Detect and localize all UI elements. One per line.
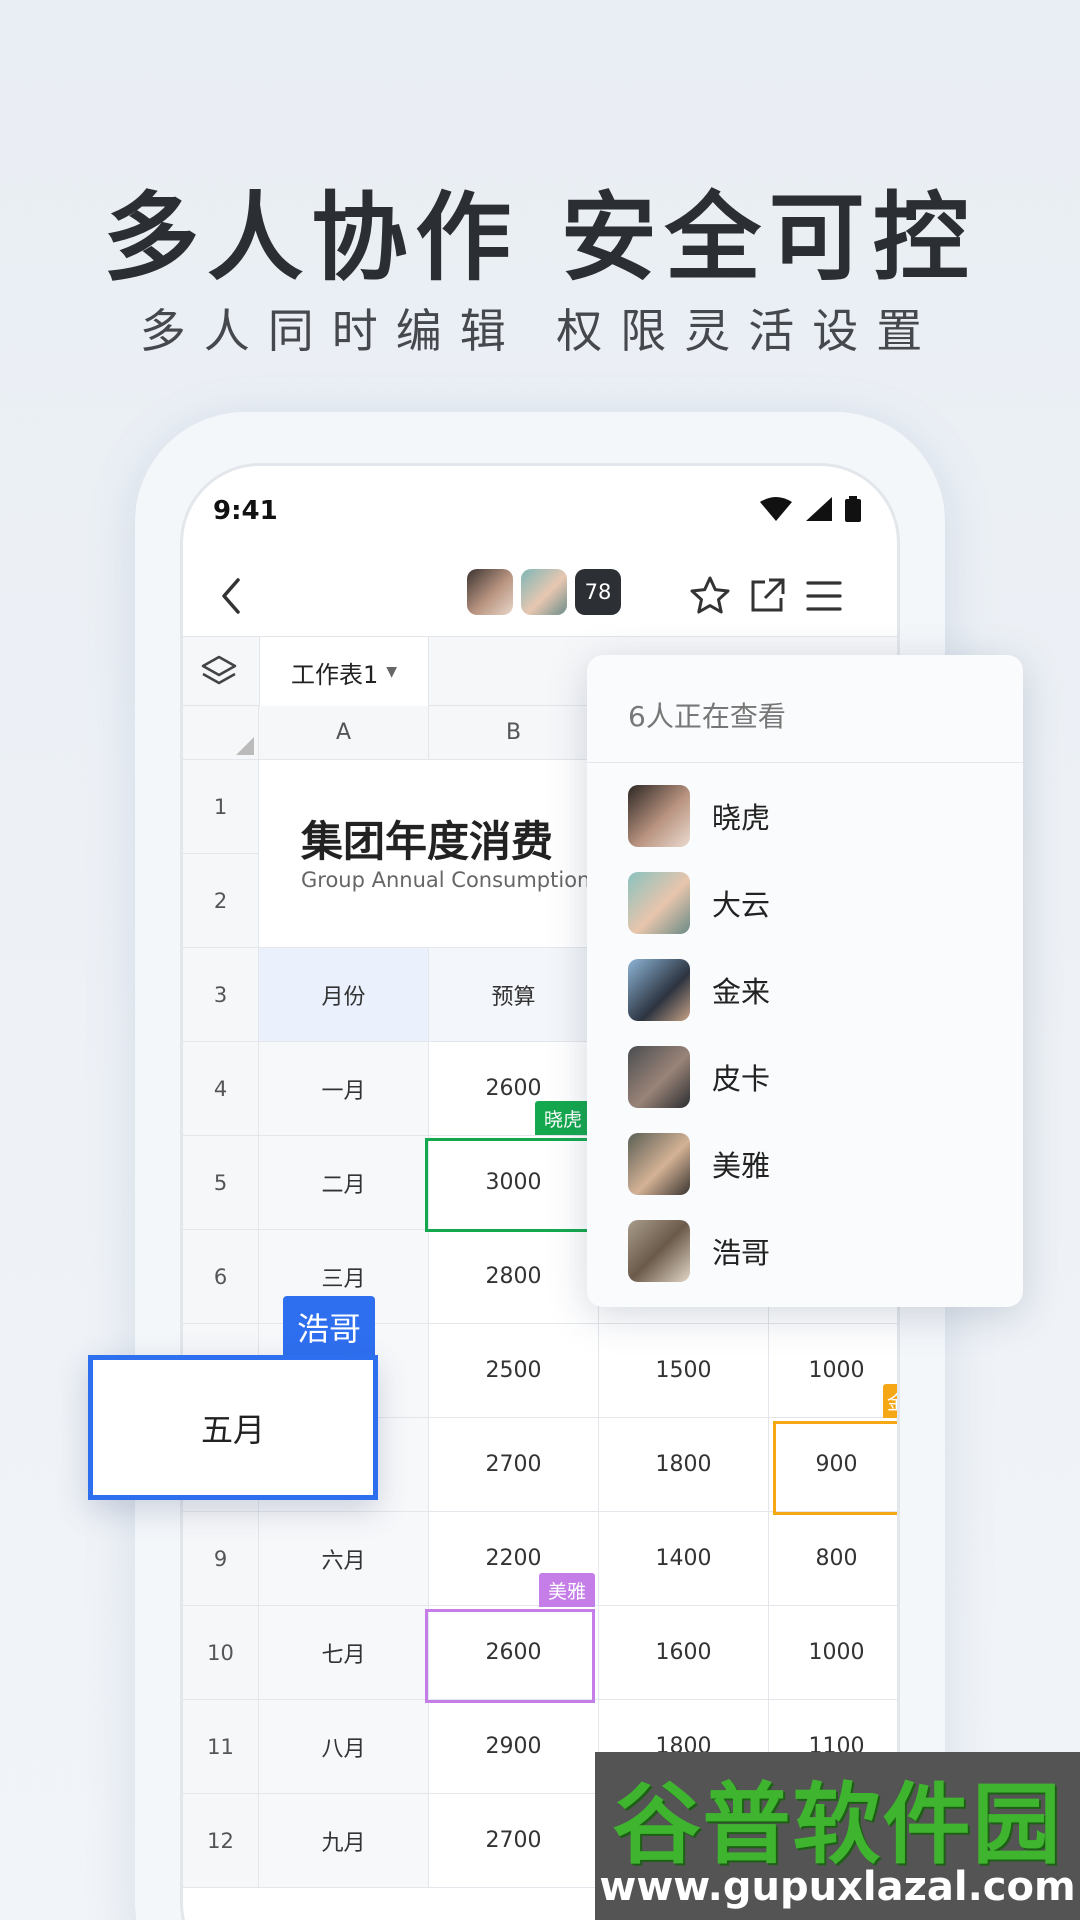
watermark-logo: 谷普软件园 — [612, 1773, 1063, 1876]
viewer-name: 晓虎 — [712, 801, 771, 835]
collaborator-avatar[interactable] — [467, 569, 513, 615]
watermark-url: www.gupuxlazal.com — [599, 1864, 1076, 1910]
menu-icon — [806, 581, 842, 611]
table-cell[interactable]: 1800 — [599, 1418, 769, 1512]
row-header[interactable]: 10 — [183, 1606, 259, 1700]
row-header[interactable]: 6 — [183, 1230, 259, 1324]
viewer-item[interactable]: 浩哥 — [628, 1220, 770, 1282]
layers-icon — [201, 655, 237, 685]
table-cell[interactable]: 九月 — [259, 1794, 429, 1888]
table-cell[interactable]: 2900 — [429, 1700, 599, 1794]
share-button[interactable] — [739, 568, 795, 624]
row-header[interactable]: 1 — [183, 760, 259, 854]
menu-button[interactable] — [796, 568, 852, 624]
collaborator-selection — [425, 1138, 595, 1232]
status-time: 9:41 — [213, 496, 278, 526]
floating-edit-cell[interactable]: 五月 — [88, 1355, 378, 1500]
table-cell[interactable]: 1000 — [769, 1606, 897, 1700]
table-cell[interactable]: 七月 — [259, 1606, 429, 1700]
battery-icon — [845, 496, 861, 522]
avatar — [628, 872, 690, 934]
back-arrow-icon — [222, 578, 240, 614]
table-cell[interactable]: 800 — [769, 1512, 897, 1606]
table-cell[interactable]: 2700 — [429, 1418, 599, 1512]
sheet-title-cn: 集团年度消费 — [301, 817, 554, 866]
collaborator-tag: 美雅 — [539, 1573, 596, 1607]
row-header[interactable]: 11 — [183, 1700, 259, 1794]
share-icon — [751, 578, 785, 612]
viewer-name: 浩哥 — [712, 1236, 771, 1270]
avatar — [628, 1133, 690, 1195]
column-header[interactable]: A — [259, 706, 429, 760]
viewer-item[interactable]: 大云 — [628, 872, 770, 934]
viewer-item[interactable]: 金来 — [628, 959, 770, 1021]
table-cell[interactable]: 1600 — [599, 1606, 769, 1700]
avatar — [628, 1046, 690, 1108]
row-header[interactable]: 12 — [183, 1794, 259, 1888]
avatar — [628, 1220, 690, 1282]
column-header[interactable]: B — [429, 706, 599, 760]
floating-collaborator-tag: 浩哥 — [283, 1296, 376, 1357]
row-header[interactable]: 5 — [183, 1136, 259, 1230]
row-header[interactable]: 4 — [183, 1042, 259, 1136]
table-cell[interactable]: 1000 — [769, 1324, 897, 1418]
sheet-tab[interactable]: 工作表1 ▼ — [259, 637, 429, 707]
table-cell[interactable]: 一月 — [259, 1042, 429, 1136]
viewer-item[interactable]: 皮卡 — [628, 1046, 770, 1108]
table-cell[interactable]: 2500 — [429, 1324, 599, 1418]
divider — [587, 762, 1023, 763]
viewer-name: 大云 — [712, 888, 771, 922]
hero-subline: 多人同时编辑 权限灵活设置 — [139, 304, 941, 358]
viewer-name: 金来 — [712, 975, 771, 1009]
row-header[interactable]: 9 — [183, 1512, 259, 1606]
row-header[interactable]: 3 — [183, 948, 259, 1042]
table-cell[interactable]: 1400 — [599, 1512, 769, 1606]
hero-headline: 多人协作 安全可控 — [103, 182, 977, 294]
collaborator-tag: 金 — [883, 1384, 897, 1418]
viewer-panel-title: 6人正在查看 — [628, 700, 786, 733]
chevron-down-icon: ▼ — [386, 664, 398, 680]
collaborator-selection — [773, 1421, 897, 1515]
table-cell[interactable]: 二月 — [259, 1136, 429, 1230]
collaborator-selection — [425, 1609, 595, 1703]
viewer-item[interactable]: 晓虎 — [628, 785, 770, 847]
collaborator-avatar[interactable] — [521, 569, 567, 615]
table-cell[interactable]: 2700 — [429, 1794, 599, 1888]
viewer-item[interactable]: 美雅 — [628, 1133, 770, 1195]
table-cell[interactable]: 2800 — [429, 1230, 599, 1324]
select-all-icon — [236, 737, 254, 755]
table-cell[interactable]: 六月 — [259, 1512, 429, 1606]
avatar — [628, 785, 690, 847]
table-cell[interactable]: 八月 — [259, 1700, 429, 1794]
star-icon — [690, 576, 730, 614]
table-header-cell[interactable]: 月份 — [259, 948, 429, 1042]
collaborator-tag: 晓虎 — [535, 1101, 592, 1135]
back-button[interactable] — [203, 568, 259, 624]
wifi-icon — [760, 497, 792, 521]
watermark: 谷普软件园 www.gupuxlazal.com — [595, 1752, 1080, 1920]
favorite-button[interactable] — [682, 568, 738, 624]
viewer-panel: 6人正在查看 晓虎大云金来皮卡美雅浩哥 — [587, 655, 1023, 1307]
corner-cell[interactable] — [183, 706, 259, 760]
sheet-title-en: Group Annual Consumption — [301, 868, 591, 892]
collaborator-count-badge[interactable]: 78 — [575, 569, 621, 615]
avatar — [628, 959, 690, 1021]
signal-icon — [806, 497, 832, 521]
sheet-tab-label: 工作表1 — [290, 660, 379, 689]
viewer-name: 美雅 — [712, 1149, 771, 1183]
table-cell[interactable]: 1500 — [599, 1324, 769, 1418]
table-header-cell[interactable]: 预算 — [429, 948, 599, 1042]
row-header[interactable]: 2 — [183, 854, 259, 948]
viewer-name: 皮卡 — [712, 1062, 771, 1096]
layers-button[interactable] — [199, 651, 239, 695]
